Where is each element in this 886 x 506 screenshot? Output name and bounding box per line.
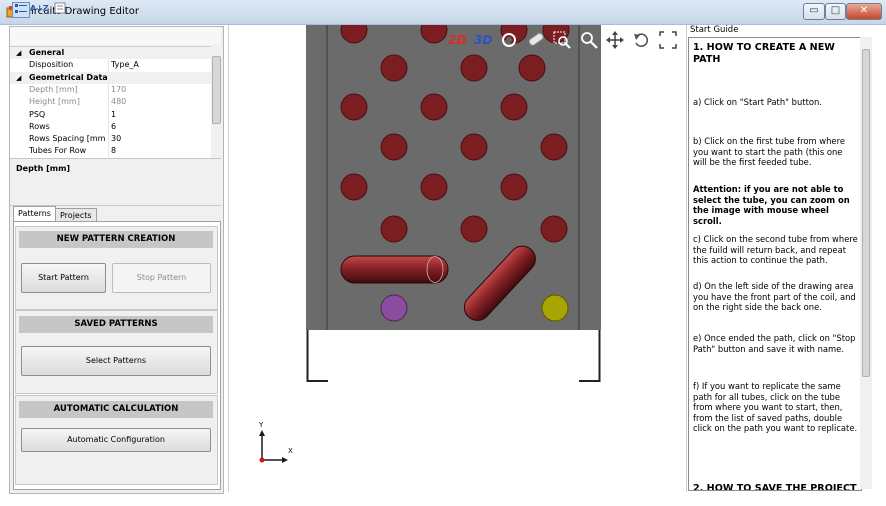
tube-hole[interactable] <box>540 133 568 161</box>
property-value[interactable]: 170 <box>111 84 209 96</box>
property-row[interactable]: Disposition Type_A <box>10 59 211 72</box>
description-label: Depth [mm] <box>16 164 71 173</box>
property-value[interactable]: 30 <box>111 133 209 145</box>
tube-hole[interactable] <box>420 173 448 201</box>
outlet-tube[interactable] <box>541 294 569 322</box>
property-pages-icon[interactable] <box>52 2 68 16</box>
property-row[interactable]: Rows 6 <box>10 120 211 133</box>
automatic-calculation-header: AUTOMATIC CALCULATION <box>19 401 213 418</box>
guide-attention: Attention: if you are not able to select… <box>693 184 850 226</box>
property-name: Geometrical Data <box>29 72 107 82</box>
property-category[interactable]: ◢ Geometrical Data <box>10 71 211 84</box>
property-name: General <box>29 48 65 57</box>
guide-step-a: a) Click on "Start Path" button. <box>693 97 822 107</box>
guide-step-c: c) Click on the second tube from where t… <box>693 234 858 265</box>
axis-x-label: X <box>288 447 293 455</box>
diagonal-tube[interactable] <box>459 241 541 326</box>
property-name: Depth [mm] <box>29 84 78 94</box>
coil-tubes[interactable] <box>306 25 601 330</box>
undo-icon[interactable] <box>632 31 650 49</box>
guide-step-f: f) If you want to replicate the same pat… <box>693 381 858 433</box>
fit-icon[interactable] <box>659 31 677 49</box>
property-name: PSQ <box>29 109 46 119</box>
tube-hole[interactable] <box>380 215 408 243</box>
alphabetical-icon[interactable]: A↓Z <box>30 2 49 16</box>
tube-hole[interactable] <box>460 54 488 82</box>
zoom-window-icon[interactable] <box>553 31 571 49</box>
tube-hole[interactable] <box>340 25 368 44</box>
guide-heading-2: 2. HOW TO SAVE THE PROJECT <box>693 483 857 491</box>
property-name: Disposition <box>29 60 74 70</box>
tube-hole[interactable] <box>340 93 368 121</box>
close-button[interactable]: ✕ <box>846 3 882 20</box>
property-name: Tubes For Row <box>29 146 87 156</box>
guide-heading-1: 1. HOW TO CREATE A NEW PATH <box>693 42 835 65</box>
coil-base <box>306 330 601 382</box>
property-name: Rows Spacing [mm <box>29 134 106 144</box>
tube-hole[interactable] <box>420 25 448 44</box>
property-row[interactable]: Depth [mm] 170 <box>10 83 211 96</box>
property-value[interactable]: 1 <box>111 109 209 121</box>
eraser-icon[interactable] <box>526 31 544 49</box>
new-pattern-header: NEW PATTERN CREATION <box>19 231 213 248</box>
tube-hole[interactable] <box>460 133 488 161</box>
property-row[interactable]: PSQ 1 <box>10 108 211 121</box>
property-grid-scrollbar[interactable] <box>211 46 221 157</box>
zoom-icon[interactable] <box>580 31 598 49</box>
property-value[interactable]: 480 <box>111 96 209 108</box>
property-value[interactable]: 8 <box>111 145 209 157</box>
u-bend-tube[interactable] <box>340 255 449 284</box>
tube-hole[interactable] <box>460 215 488 243</box>
categorized-icon[interactable] <box>12 2 30 18</box>
tube-hole[interactable] <box>500 93 528 121</box>
tab-projects[interactable]: Projects <box>55 208 97 222</box>
collapse-icon[interactable]: ◢ <box>16 72 21 84</box>
guide-title: Start Guide <box>690 25 739 35</box>
property-value[interactable]: 6 <box>111 121 209 133</box>
property-name: Rows <box>29 121 50 131</box>
property-value[interactable]: Type_A <box>111 59 209 71</box>
guide-text-box[interactable]: 1. HOW TO CREATE A NEW PATH a) Click on … <box>688 37 862 491</box>
property-row[interactable]: Height [mm] 480 <box>10 96 211 109</box>
inlet-tube[interactable] <box>380 294 408 322</box>
select-patterns-button[interactable]: Select Patterns <box>21 346 211 376</box>
tube-hole[interactable] <box>518 54 546 82</box>
tube-hole[interactable] <box>380 54 408 82</box>
stop-pattern-button[interactable]: Stop Pattern <box>112 263 211 293</box>
property-category[interactable]: ◢ General <box>10 47 211 59</box>
tube-hole[interactable] <box>340 173 368 201</box>
guide-scrollbar[interactable] <box>860 37 872 489</box>
maximize-button[interactable]: □ <box>825 3 846 20</box>
property-grid[interactable]: ◢ General Disposition Type_A ◢ Geometrical Da… <box>10 46 211 158</box>
tube-hole[interactable] <box>500 173 528 201</box>
property-name: Height [mm] <box>29 97 80 107</box>
view-3d-button[interactable]: 3D <box>474 31 492 49</box>
automatic-configuration-button[interactable]: Automatic Configuration <box>21 428 211 452</box>
property-toolbar <box>10 27 221 45</box>
guide-step-b: b) Click on the first tube from where yo… <box>693 136 845 167</box>
guide-step-e: e) Once ended the path, click on "Stop P… <box>693 333 856 354</box>
tab-patterns[interactable]: Patterns <box>13 206 56 222</box>
property-row[interactable]: Tubes For Row 8 <box>10 145 211 158</box>
pan-icon[interactable] <box>606 31 624 49</box>
saved-patterns-header: SAVED PATTERNS <box>19 316 213 333</box>
tube-hole[interactable] <box>540 215 568 243</box>
property-row[interactable]: Rows Spacing [mm 30 <box>10 133 211 146</box>
axis-y-label: Y <box>259 421 264 429</box>
tube-hole[interactable] <box>380 133 408 161</box>
tube-hole[interactable] <box>420 93 448 121</box>
collapse-icon[interactable]: ◢ <box>16 47 21 59</box>
rotate-icon[interactable] <box>500 31 518 49</box>
guide-step-d: d) On the left side of the drawing area … <box>693 281 856 312</box>
minimize-button[interactable]: ▭ <box>803 3 825 20</box>
start-pattern-button[interactable]: Start Pattern <box>21 263 106 293</box>
view-2d-button[interactable]: 2D <box>448 31 466 49</box>
